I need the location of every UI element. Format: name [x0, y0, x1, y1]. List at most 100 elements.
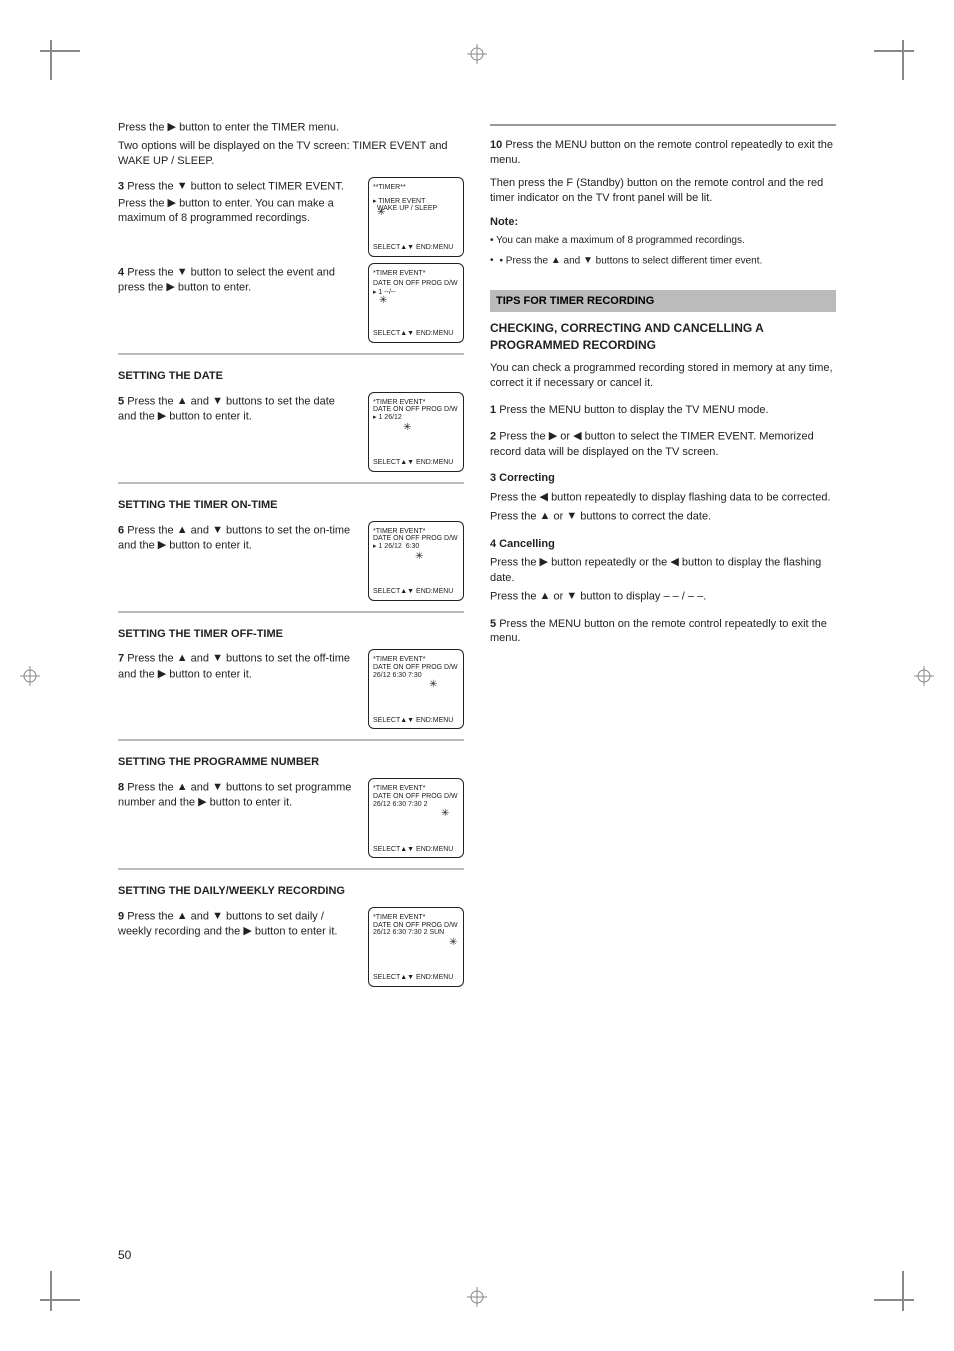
bullet-icon: • [490, 254, 494, 268]
text: and [191, 910, 212, 922]
up-triangle-icon: ▲ [540, 589, 551, 604]
text: Press the [127, 653, 177, 665]
shot-cols: DATE ON OFF PROG D/W [373, 664, 459, 672]
left-triangle-icon: ◀ [540, 490, 548, 505]
divider [118, 611, 464, 613]
section-heading: SETTING THE PROGRAMME NUMBER [118, 755, 464, 770]
text: Press the MENU button on the remote cont… [490, 139, 833, 166]
screen-illustration: *TIMER EVENT* DATE ON OFF PROG D/W 26/12… [368, 649, 464, 729]
text: button to enter it. [169, 668, 252, 680]
tip-step-2: 2 Press the ▶ or ◀ button to select the … [490, 429, 836, 459]
text: Press the ▶ button repeatedly or the ◀ b… [490, 555, 836, 585]
crop-mark [864, 1261, 914, 1311]
down-triangle-icon: ▼ [566, 509, 577, 524]
step-number: 3 Correcting [490, 472, 555, 484]
left-triangle-icon: ◀ [573, 429, 581, 444]
right-triangle-icon: ▶ [168, 196, 176, 211]
registration-mark-icon [20, 666, 40, 686]
text: Press the MENU button on the remote cont… [490, 618, 827, 645]
sun-icon: ✳ [379, 294, 386, 308]
up-triangle-icon: ▲ [177, 909, 188, 924]
step-number: 7 [118, 653, 124, 665]
tips-banner: TIPS FOR TIMER RECORDING [490, 290, 836, 313]
step-number: 3 [118, 180, 124, 192]
crop-mark [40, 1261, 90, 1311]
screen-illustration: *TIMER EVENT* DATE ON OFF PROG D/W ▸ 1 2… [368, 392, 464, 472]
text: and [191, 524, 212, 536]
shot-row: ▸ 1 26/12 [373, 414, 459, 422]
step-6: 6 Press the ▲ and ▼ buttons to set the o… [118, 521, 464, 601]
text: Press the [490, 511, 540, 523]
text: Press the [127, 910, 177, 922]
up-triangle-icon: ▲ [177, 523, 188, 538]
step-number: 9 [118, 910, 124, 922]
text: Press the [118, 121, 168, 133]
shot-title: **TIMER** [373, 184, 459, 192]
shot-title: *TIMER EVENT* [373, 914, 459, 922]
up-triangle-icon: ▲ [540, 509, 551, 524]
shot-hint: SELECT▲▼ END:MENU [373, 459, 453, 467]
page-number: 50 [118, 1247, 131, 1263]
text: Then press the F (Standby) button on the… [490, 176, 836, 206]
divider [118, 868, 464, 870]
tip-step-1: 1 Press the MENU button to display the T… [490, 403, 836, 418]
text: Press the [490, 492, 540, 504]
step-10: 10 Press the MENU button on the remote c… [490, 138, 836, 168]
text: Press the [499, 431, 549, 443]
divider [490, 124, 836, 126]
shot-cols: DATE ON OFF PROG D/W [373, 922, 459, 930]
section-heading: SETTING THE DAILY/WEEKLY RECORDING [118, 884, 464, 899]
text: Press the [490, 591, 540, 603]
text: and [191, 653, 212, 665]
down-triangle-icon: ▼ [212, 523, 223, 538]
step-number: 2 [490, 431, 496, 443]
text: button to enter it. [169, 410, 252, 422]
right-column: 10 Press the MENU button on the remote c… [490, 118, 836, 1233]
text: • Press the [500, 255, 551, 266]
right-triangle-icon: ▶ [158, 538, 166, 553]
right-triangle-icon: ▶ [549, 429, 557, 444]
step-number: 5 [490, 618, 496, 630]
up-triangle-icon: ▲ [551, 254, 561, 268]
screen-illustration: *TIMER EVENT* DATE ON OFF PROG D/W 26/12… [368, 907, 464, 987]
shot-title: *TIMER EVENT* [373, 528, 459, 536]
divider [118, 739, 464, 741]
divider [118, 353, 464, 355]
left-column: Press the ▶ button to enter the TIMER me… [118, 118, 464, 1233]
text: button to enter it. [255, 926, 338, 938]
val: 26/12 [384, 414, 402, 421]
shot-list: ▸ TIMER EVENT WAKE UP / SLEEP [373, 198, 459, 213]
right-triangle-icon: ▶ [168, 120, 176, 135]
right-triangle-icon: ▶ [540, 555, 548, 570]
shot-title: *TIMER EVENT* [373, 785, 459, 793]
sun-icon: ✳ [377, 206, 384, 220]
sun-icon: ✳ [449, 936, 456, 950]
divider [118, 482, 464, 484]
step-number: 4 [118, 266, 124, 278]
intro-line: Two options will be displayed on the TV … [118, 139, 464, 169]
text: button to select TIMER EVENT. [191, 180, 344, 192]
intro-line: Press the ▶ button to enter the TIMER me… [118, 120, 464, 135]
text: or [560, 431, 573, 443]
step-4: 4 Press the ▼ button to select the event… [118, 263, 464, 343]
sun-icon: ✳ [441, 807, 448, 821]
shot-cols: DATE ON OFF PROG D/W [373, 406, 459, 414]
shot-title: *TIMER EVENT* [373, 270, 459, 278]
tips-text: You can check a programmed recording sto… [490, 361, 836, 391]
note-item: • • Press the ▲ and ▼ buttons to select … [490, 254, 836, 268]
down-triangle-icon: ▼ [583, 254, 593, 268]
text: Press the [127, 782, 177, 794]
right-triangle-icon: ▶ [243, 924, 251, 939]
text: Press the ▲ or ▼ button to display – – /… [490, 589, 836, 604]
text: and [191, 782, 212, 794]
page-content: Press the ▶ button to enter the TIMER me… [118, 118, 836, 1233]
step-number: 4 Cancelling [490, 538, 555, 550]
screen-illustration: *TIMER EVENT* DATE ON OFF PROG D/W ▸ 1 2… [368, 521, 464, 601]
up-triangle-icon: ▲ [177, 780, 188, 795]
text: Press the [127, 524, 177, 536]
text: Press the MENU button to display the TV … [499, 404, 768, 416]
sun-icon: ✳ [429, 678, 436, 692]
down-triangle-icon: ▼ [212, 394, 223, 409]
tip-step-3: 3 Correcting [490, 471, 836, 486]
section-heading: SETTING THE DATE [118, 369, 464, 384]
